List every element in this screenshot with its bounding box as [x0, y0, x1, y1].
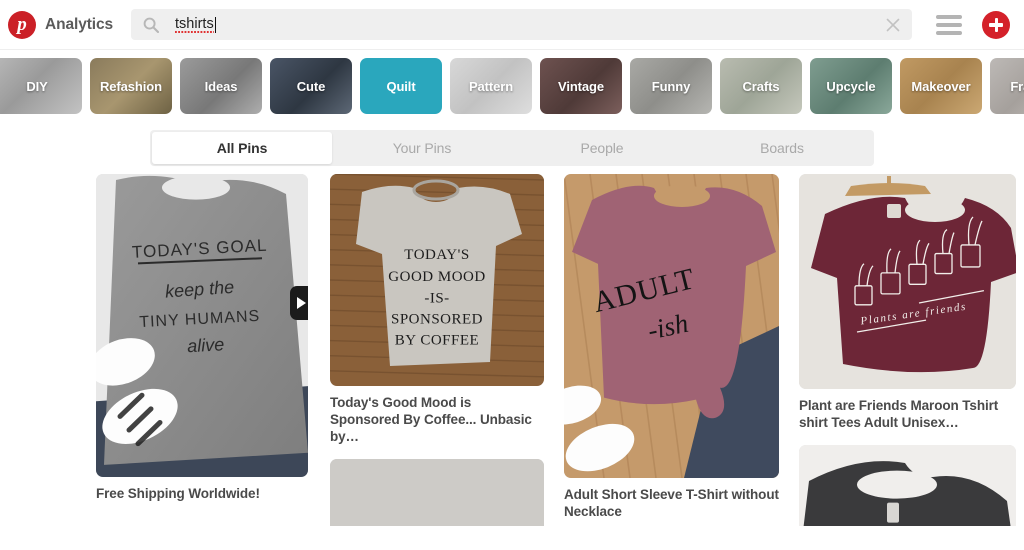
category-chip-vintage[interactable]: Vintage	[540, 58, 622, 114]
chip-label: DIY	[26, 78, 48, 94]
pinterest-logo-icon[interactable]: p	[8, 10, 36, 39]
hamburger-bar	[936, 22, 962, 27]
tab-all-pins[interactable]: All Pins	[152, 132, 332, 164]
pin-card[interactable]: Plants are friends Plant are Friends Mar…	[799, 174, 1016, 431]
hamburger-menu-icon[interactable]	[936, 14, 962, 35]
category-chip-refashion[interactable]: Refashion	[90, 58, 172, 114]
svg-text:TODAY'S: TODAY'S	[404, 247, 469, 263]
pin-column: ADULT -ish Adult Short Sleeve T-Shirt wi…	[564, 174, 779, 526]
search-query-value: tshirts	[175, 16, 214, 33]
pin-card[interactable]: TODAY'S GOOD MOOD -IS- SPONSORED BY COFF…	[330, 174, 544, 445]
search-query-text: tshirts	[175, 16, 876, 33]
chip-label: Crafts	[742, 78, 780, 94]
pin-column: Plants are friends Plant are Friends Mar…	[799, 174, 1016, 526]
search-icon	[143, 17, 160, 33]
category-chip-row[interactable]: DIY Refashion Ideas Cute Quilt Pattern Vintage…	[0, 50, 1024, 122]
pin-image[interactable]: TODAY'S GOAL keep the TINY HUMANS alive	[96, 174, 308, 477]
close-icon[interactable]	[884, 16, 902, 34]
app-header: p Analytics tshirts	[0, 0, 1024, 50]
pin-image[interactable]: TODAY'S GOOD MOOD -IS- SPONSORED BY COFF…	[330, 174, 544, 386]
pin-caption: Free Shipping Worldwide!	[96, 486, 260, 501]
category-chip-diy[interactable]: DIY	[0, 58, 82, 114]
pin-caption: Adult Short Sleeve T-Shirt without Neckl…	[564, 487, 779, 519]
category-chip-quilt[interactable]: Quilt	[360, 58, 442, 114]
tab-bar[interactable]: All Pins Your Pins People Boards	[150, 130, 874, 166]
chip-label: Vintage	[557, 78, 605, 94]
hamburger-bar	[936, 14, 962, 19]
tab-boards[interactable]: Boards	[692, 132, 872, 164]
chip-label: Ideas	[204, 78, 238, 94]
category-chip-crafts[interactable]: Crafts	[720, 58, 802, 114]
pin-card[interactable]: ADULT -ish Adult Short Sleeve T-Shirt wi…	[564, 174, 779, 520]
chip-label: Frases	[1010, 78, 1024, 94]
pin-image[interactable]	[330, 459, 544, 526]
page-title: Analytics	[45, 15, 114, 33]
category-chip-funny[interactable]: Funny	[630, 58, 712, 114]
pin-column: TODAY'S GOOD MOOD -IS- SPONSORED BY COFF…	[330, 174, 544, 526]
pin-card[interactable]	[330, 459, 544, 526]
chip-label: Makeover	[911, 78, 971, 94]
tab-your-pins[interactable]: Your Pins	[332, 132, 512, 164]
category-chip-pattern[interactable]: Pattern	[450, 58, 532, 114]
pin-image[interactable]: Plants are friends	[799, 174, 1016, 389]
chip-label: Refashion	[100, 78, 162, 94]
pin-column: TODAY'S GOAL keep the TINY HUMANS alive …	[96, 174, 308, 516]
category-chip-makeover[interactable]: Makeover	[900, 58, 982, 114]
pin-caption: Today's Good Mood is Sponsored By Coffee…	[330, 395, 532, 444]
svg-text:-IS-: -IS-	[424, 290, 449, 306]
tab-bar-container: All Pins Your Pins People Boards	[0, 122, 1024, 174]
search-input[interactable]: tshirts	[131, 9, 912, 40]
pin-image[interactable]	[799, 445, 1016, 526]
svg-text:BY COFFEE: BY COFFEE	[395, 333, 479, 349]
pin-caption: Plant are Friends Maroon Tshirt shirt Te…	[799, 398, 999, 430]
play-icon[interactable]	[290, 286, 308, 320]
svg-text:GOOD MOOD: GOOD MOOD	[388, 269, 485, 285]
category-chip-cute[interactable]: Cute	[270, 58, 352, 114]
tab-people[interactable]: People	[512, 132, 692, 164]
pin-card[interactable]: TODAY'S GOAL keep the TINY HUMANS alive …	[96, 174, 308, 502]
category-chip-frases[interactable]: Frases	[990, 58, 1024, 114]
chip-label: Quilt	[386, 78, 416, 94]
text-caret	[214, 16, 216, 33]
chip-label: Funny	[651, 78, 691, 94]
svg-text:alive: alive	[187, 334, 225, 356]
hamburger-bar	[936, 30, 962, 35]
chip-label: Pattern	[468, 78, 514, 94]
pin-image[interactable]: ADULT -ish	[564, 174, 779, 478]
category-chip-ideas[interactable]: Ideas	[180, 58, 262, 114]
chip-label: Upcycle	[826, 78, 876, 94]
pinterest-logo-letter: p	[17, 13, 27, 35]
add-pin-button[interactable]	[982, 10, 1010, 39]
pin-grid: TODAY'S GOAL keep the TINY HUMANS alive …	[0, 174, 1024, 526]
pin-card[interactable]	[799, 445, 1016, 526]
chip-label: Cute	[296, 78, 326, 94]
svg-text:SPONSORED: SPONSORED	[391, 311, 483, 327]
category-chip-upcycle[interactable]: Upcycle	[810, 58, 892, 114]
